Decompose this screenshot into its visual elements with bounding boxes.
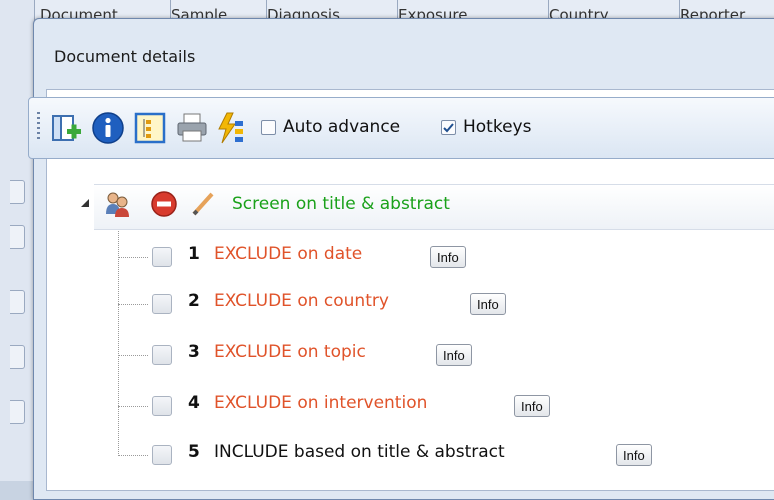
code-checkbox[interactable] — [152, 294, 172, 314]
info-button[interactable]: Info — [514, 395, 550, 417]
code-label[interactable]: INCLUDE based on title & abstract — [214, 442, 505, 462]
info-button[interactable]: Info — [470, 293, 506, 315]
hotkeys-checkbox[interactable] — [441, 120, 456, 135]
tree-connector — [118, 304, 148, 305]
scroll-notch — [10, 345, 25, 369]
code-label[interactable]: EXCLUDE on country — [214, 291, 389, 311]
add-item-icon[interactable] — [49, 111, 83, 145]
toolbar-grip[interactable] — [37, 112, 40, 142]
edit-pencil-icon — [192, 192, 214, 216]
tree-connector — [118, 406, 148, 407]
scroll-notch — [10, 225, 25, 249]
print-icon[interactable] — [175, 111, 209, 145]
auto-code-icon[interactable] — [215, 111, 249, 145]
code-checkbox[interactable] — [152, 445, 172, 465]
toolbar: Auto advance Hotkeys — [28, 97, 774, 159]
tree-item-row: 1 EXCLUDE on date Info — [118, 239, 758, 275]
info-button[interactable]: Info — [616, 444, 652, 466]
tree-connector — [118, 355, 148, 356]
stop-icon — [151, 191, 177, 217]
collapse-arrow-icon[interactable] — [80, 198, 90, 208]
auto-advance-label[interactable]: Auto advance — [283, 117, 400, 137]
tree-item-row: 5 INCLUDE based on title & abstract Info — [118, 437, 758, 473]
tree-connector — [118, 455, 148, 456]
code-label[interactable]: EXCLUDE on date — [214, 244, 362, 264]
code-label[interactable]: EXCLUDE on topic — [214, 342, 366, 362]
code-number: 2 — [188, 291, 200, 311]
code-number: 1 — [188, 244, 200, 264]
code-checkbox[interactable] — [152, 345, 172, 365]
auto-advance-checkbox[interactable] — [261, 120, 276, 135]
check-icon — [443, 123, 454, 133]
scroll-notch — [10, 400, 25, 424]
tree-item-row: 3 EXCLUDE on topic Info — [118, 337, 758, 373]
code-number: 4 — [188, 393, 200, 413]
tree-item-row: 4 EXCLUDE on intervention Info — [118, 388, 758, 424]
tree-item-row: 2 EXCLUDE on country Info — [118, 286, 758, 322]
code-checkbox[interactable] — [152, 396, 172, 416]
code-label[interactable]: EXCLUDE on intervention — [214, 393, 427, 413]
info-icon[interactable] — [91, 111, 125, 145]
info-button[interactable]: Info — [430, 246, 466, 268]
hotkeys-label[interactable]: Hotkeys — [463, 117, 531, 137]
scroll-notch — [10, 290, 25, 314]
code-number: 5 — [188, 442, 200, 462]
tree-view-icon[interactable] — [133, 111, 167, 145]
scroll-notch — [10, 180, 25, 204]
code-number: 3 — [188, 342, 200, 362]
code-checkbox[interactable] — [152, 247, 172, 267]
dialog-title: Document details — [54, 47, 196, 66]
tree-root-label[interactable]: Screen on title & abstract — [232, 194, 450, 214]
tree-connector — [118, 257, 148, 258]
background-left-panel — [0, 0, 35, 481]
users-icon — [106, 192, 129, 217]
info-button[interactable]: Info — [436, 344, 472, 366]
